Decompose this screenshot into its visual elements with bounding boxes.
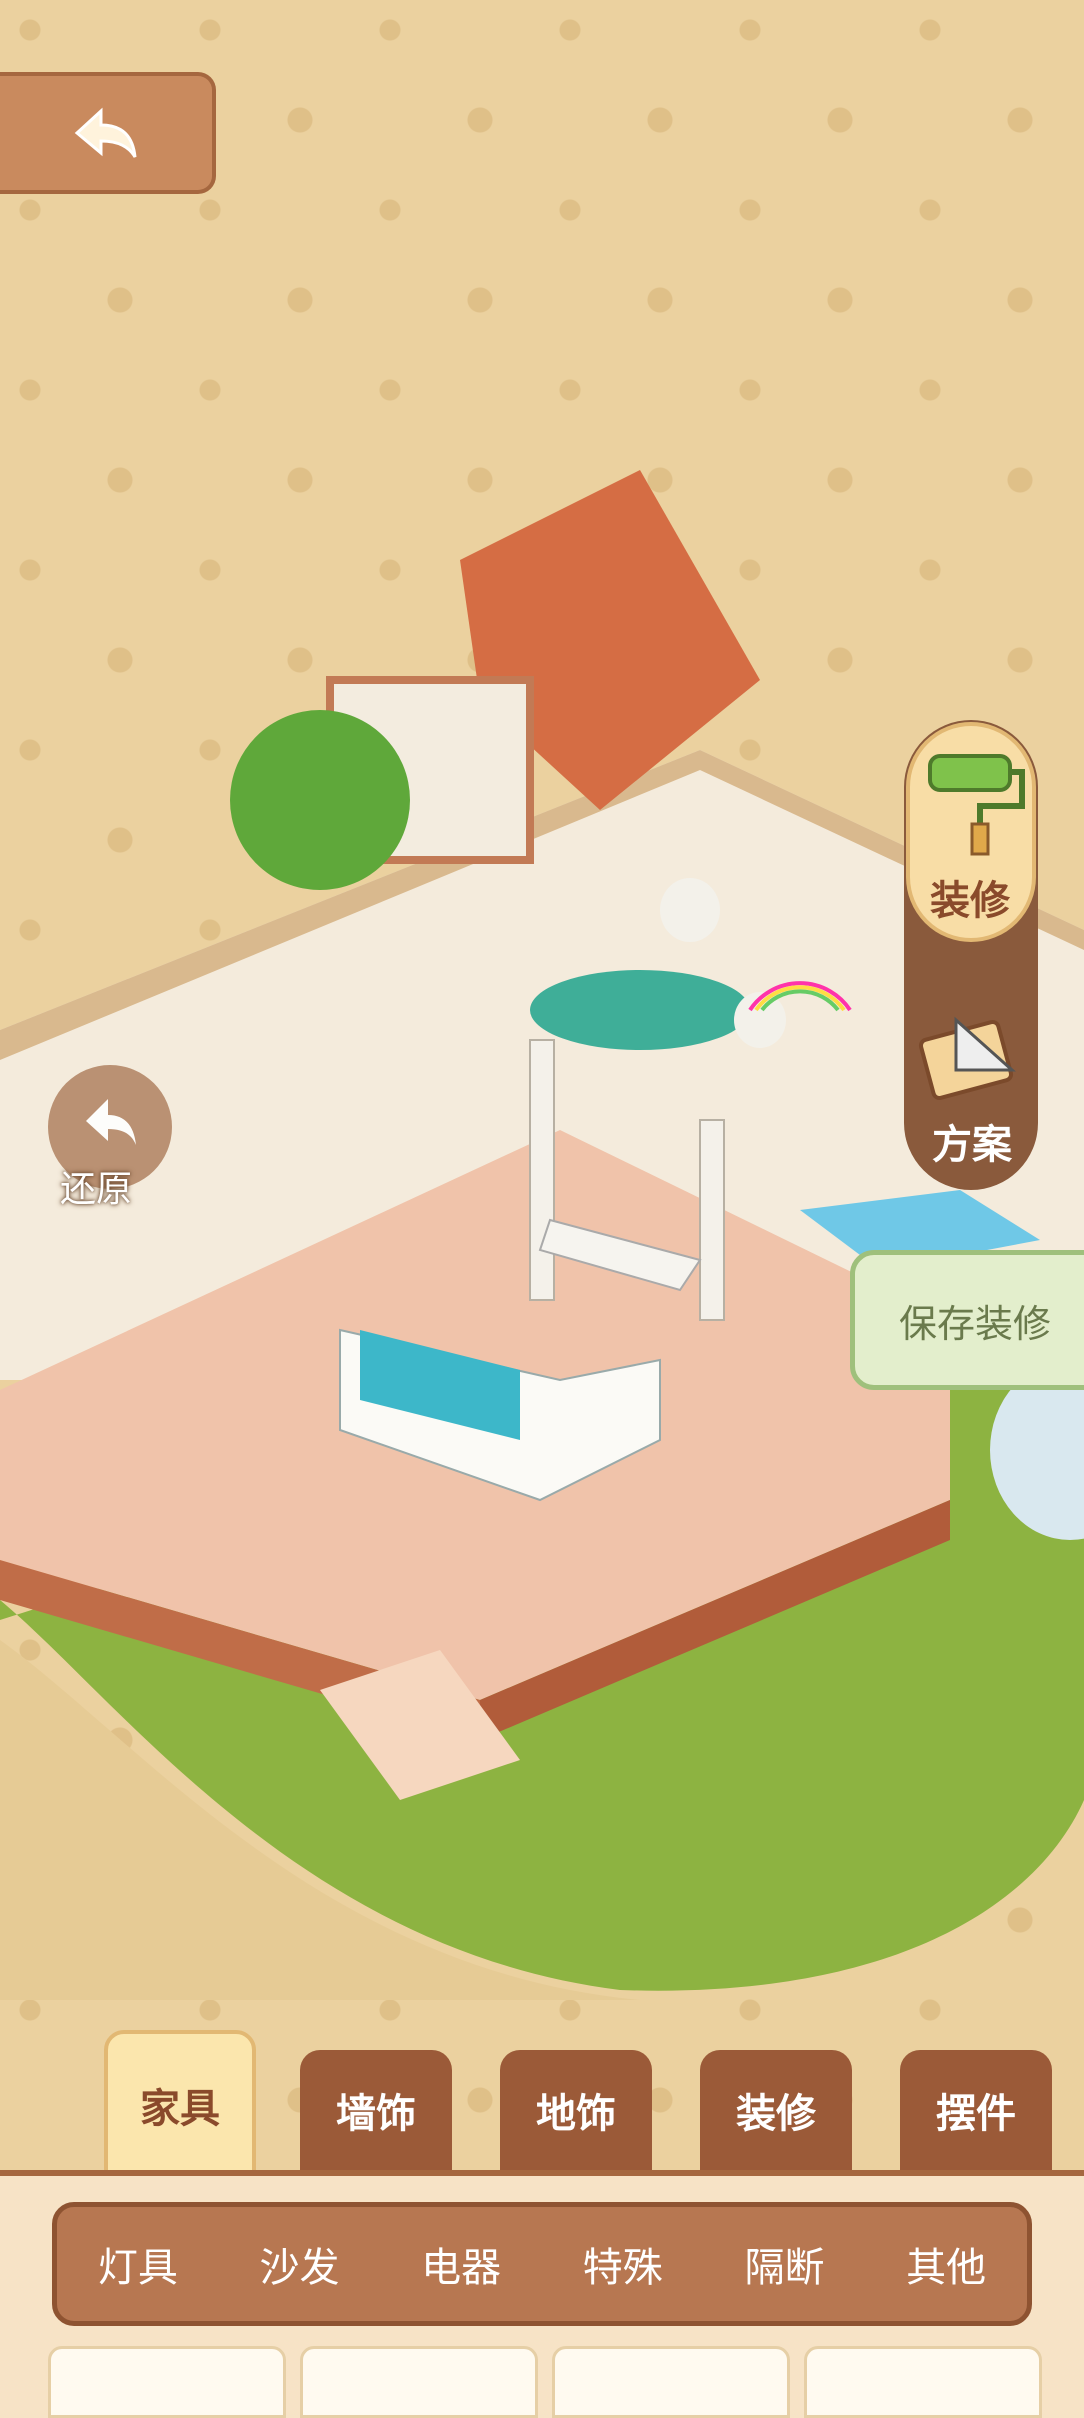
decorate-label: 装修 (930, 878, 1010, 924)
tab-wall-decor[interactable]: 墙饰 (300, 2050, 452, 2170)
subcategory-bar: 灯具 沙发 电器 特殊 隔断 其他 (52, 2202, 1032, 2326)
furniture-card[interactable] (552, 2346, 790, 2418)
subtab-appliances[interactable]: 电器 (421, 2235, 501, 2293)
furniture-card[interactable] (804, 2346, 1042, 2418)
tab-floor-decor[interactable]: 地饰 (500, 2050, 652, 2170)
subtab-special[interactable]: 特殊 (583, 2235, 663, 2293)
save-decoration-button[interactable]: 保存装修 (850, 1250, 1084, 1390)
plan-icon[interactable] (916, 1000, 1026, 1110)
subtab-other[interactable]: 其他 (906, 2235, 986, 2293)
tab-renovation[interactable]: 装修 (700, 2050, 852, 2170)
paint-roller-icon (928, 754, 1025, 856)
restore-label: 还原 (60, 1169, 133, 1210)
subtab-partition[interactable]: 隔断 (744, 2235, 824, 2293)
cherub-statue (660, 878, 720, 942)
furniture-card[interactable] (300, 2346, 538, 2418)
furniture-card[interactable] (48, 2346, 286, 2418)
tab-furniture[interactable]: 家具 (104, 2030, 256, 2180)
tab-ornaments[interactable]: 摆件 (900, 2050, 1052, 2170)
subtab-sofa[interactable]: 沙发 (259, 2235, 339, 2293)
pergola (529, 1039, 555, 1301)
subtab-lamps[interactable]: 灯具 (98, 2235, 178, 2293)
plan-label: 方案 (932, 1122, 1012, 1168)
